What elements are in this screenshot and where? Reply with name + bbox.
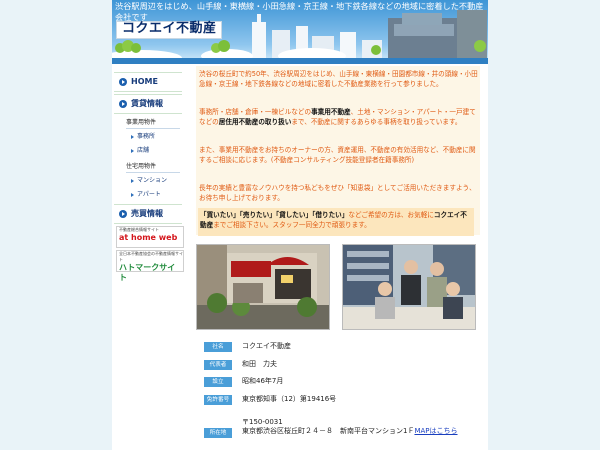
sidebar-item-office[interactable]: 事務所 <box>131 132 155 141</box>
intro-paragraph-1: 渋谷の桜丘町で約50年、渋谷駅周辺をはじめ、山手線・東横線・田園都市線・井の頭線… <box>199 70 478 88</box>
info-label: 社名 <box>204 342 232 352</box>
sidebar-item-mansion[interactable]: マンション <box>131 176 167 185</box>
info-label: 所在地 <box>204 428 232 438</box>
info-label: 代表者 <box>204 360 232 370</box>
divider <box>126 128 180 129</box>
map-link[interactable]: MAPはこちら <box>414 427 457 435</box>
sidebar-item-label: 店舗 <box>137 147 150 154</box>
sidebar-item-shop[interactable]: 店舗 <box>131 146 149 155</box>
info-label: 設立 <box>204 377 232 387</box>
site-logo[interactable]: コクエイ不動産 <box>122 21 217 37</box>
nav-sale[interactable]: 売買情報 <box>114 204 182 224</box>
header-bottom-bar <box>112 58 488 64</box>
text: まで、不動産に関するあらゆる事柄を取り扱っています。 <box>291 117 462 126</box>
header-tagline: 渋谷駅周辺をはじめ、山手線・東横線・小田急線・京王線・地下鉄各線などの地域に密着… <box>115 1 484 22</box>
emphasis: 居住用不動産の取り扱い <box>218 117 292 126</box>
postal-code: 〒150-0031 <box>242 418 283 426</box>
nav-rental-label: 賃貸情報 <box>131 99 163 108</box>
sidebar-item-label: 事務所 <box>137 133 156 140</box>
sidebar-group-residential: 住宅用物件 <box>126 163 157 170</box>
arrow-circle-icon <box>119 78 127 86</box>
triangle-icon <box>131 192 134 197</box>
triangle-icon <box>131 148 134 153</box>
sidebar-item-label: マンション <box>137 177 168 184</box>
intro-paragraph-2: 事務所・店舗・倉庫・一棟ビルなどの事業用不動産、土地・マンション・アパート・一戸… <box>199 108 479 127</box>
emphasis: 「買いたい」「売りたい」「貸したい」「借りたい」 <box>200 211 349 219</box>
info-value: 東京都知事（12）第19416号 <box>242 395 337 403</box>
sidebar-item-label: アパート <box>137 191 161 198</box>
sidebar-item-apartment[interactable]: アパート <box>131 190 161 199</box>
arrow-circle-icon <box>119 100 127 108</box>
nav-home-label: HOME <box>131 77 158 86</box>
arrow-circle-icon <box>119 210 127 218</box>
intro-paragraph-4: 長年の実績と豊富なノウハウを持つ私どもをぜひ「知恵袋」としてご活用いただきますよ… <box>199 184 476 202</box>
info-label: 免許番号 <box>204 395 232 405</box>
address: 東京都渋谷区桜丘町２４－８ 新南平台マンション1Ｆ <box>242 427 415 436</box>
text: までご相談下さい。スタッフ一同全力で頑張ります。 <box>213 220 371 229</box>
contact-highlight: 「買いたい」「売りたい」「貸したい」「借りたい」などご希望の方は、お気軽にコクエ… <box>198 208 474 236</box>
sidebar: HOME 賃貸情報 事業用物件 事務所 店舗 住宅用物件 マンション アパート … <box>112 66 184 450</box>
hatomark-banner-caption: 全日本不動産協会の不動産情報サイト <box>119 251 183 262</box>
emphasis: 事業用不動産 <box>311 108 351 116</box>
text: などご希望の方は、お気軽に <box>348 211 434 219</box>
triangle-icon <box>131 134 134 139</box>
info-value: 和田 力夫 <box>242 360 277 368</box>
athome-banner[interactable]: 不動産総合情報サイト at home web <box>116 226 184 248</box>
info-value: コクエイ不動産 <box>242 342 291 350</box>
info-value: 昭和46年7月 <box>242 377 284 385</box>
site-header: 渋谷駅周辺をはじめ、山手線・東横線・小田急線・京王線・地下鉄各線などの地域に密着… <box>112 0 488 64</box>
nav-rental[interactable]: 賃貸情報 <box>114 94 182 114</box>
staff-photo <box>342 244 476 330</box>
storefront-photo <box>196 244 330 330</box>
hatomark-banner[interactable]: 全日本不動産協会の不動産情報サイト ハトマークサイト <box>116 250 184 282</box>
page: 渋谷駅周辺をはじめ、山手線・東横線・小田急線・京王線・地下鉄各線などの地域に密着… <box>112 0 488 450</box>
nav-home[interactable]: HOME <box>114 72 182 92</box>
sidebar-group-business: 事業用物件 <box>126 119 157 126</box>
hatomark-logo: ハトマークサイト <box>119 263 176 282</box>
athome-logo: at home web <box>119 233 178 242</box>
staff-illustration <box>343 245 475 329</box>
divider <box>126 172 180 173</box>
info-value: 〒150-0031 東京都渋谷区桜丘町２４－８ 新南平台マンション1ＦMAPはこ… <box>242 418 472 437</box>
intro-box: 渋谷の桜丘町で約50年、渋谷駅周辺をはじめ、山手線・東横線・田園都市線・井の頭線… <box>196 66 480 236</box>
nav-sale-label: 売買情報 <box>131 209 163 218</box>
triangle-icon <box>131 178 134 183</box>
text: 事務所・店舗・倉庫・一棟ビルなどの <box>199 108 312 116</box>
intro-paragraph-3: また、事業用不動産をお持ちのオーナーの方、資産運用、不動産の有効活用など、不動産… <box>199 146 476 164</box>
storefront-illustration <box>197 245 329 329</box>
